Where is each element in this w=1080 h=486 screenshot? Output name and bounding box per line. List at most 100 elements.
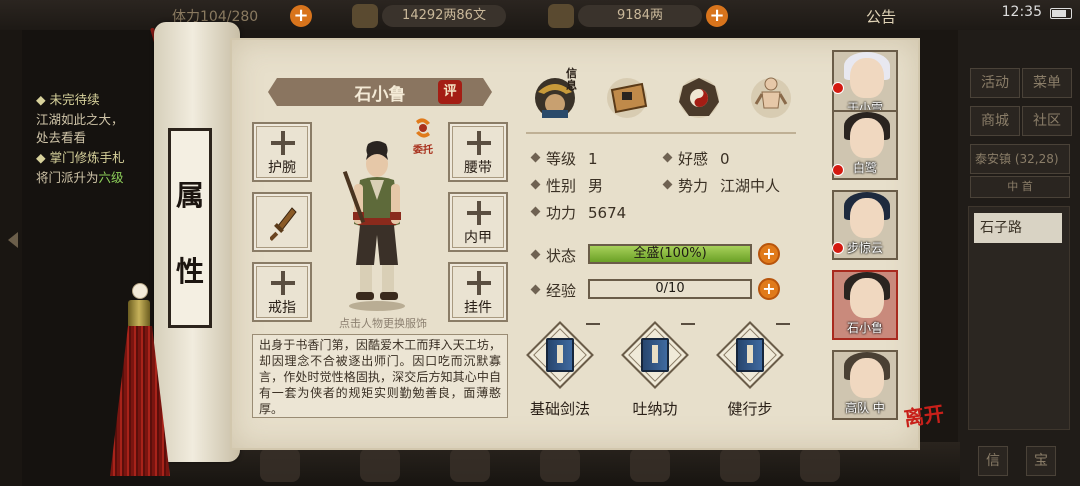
pendant-slot[interactable]: 挂件 [448, 262, 508, 322]
alert-dot-icon [832, 242, 844, 254]
bottom-nav-icon[interactable] [800, 448, 840, 482]
attr-value: 1 [588, 150, 598, 168]
attr-label: 势力 [678, 177, 709, 195]
state-bar: 全盛(100%) [588, 244, 752, 264]
menu-button[interactable]: 菜单 [1022, 68, 1072, 98]
character-name: 石小鲁 [354, 85, 406, 105]
plus-icon [271, 271, 295, 295]
attr-label: 性别 [546, 177, 577, 195]
quest-highlight: 六级 [98, 170, 124, 185]
portrait-face [850, 58, 884, 98]
skill-slot[interactable] [621, 321, 689, 389]
community-button[interactable]: 社区 [1022, 106, 1072, 136]
faction-attr: 势力 江湖中人 [678, 175, 780, 196]
bottom-nav-icon[interactable] [540, 448, 580, 482]
wrist-slot[interactable]: 护腕 [252, 122, 312, 182]
quest-desc: 江湖如此之大， [36, 112, 124, 127]
restore-state-button[interactable]: + [758, 243, 780, 265]
minimap-compass[interactable]: 中 首 [970, 176, 1070, 198]
alert-dot-icon [832, 164, 844, 176]
meridian-tab-icon[interactable] [744, 68, 798, 122]
bottom-nav-icon[interactable] [260, 448, 300, 482]
add-exp-button[interactable]: + [758, 278, 780, 300]
tassel-cap [128, 300, 150, 328]
skill-book-icon [546, 338, 574, 372]
silver-icon [352, 4, 378, 28]
portrait-name: 高队 中 [845, 401, 885, 415]
info-tab-label: 信息 [566, 67, 577, 92]
quest-desc-prefix: 将门派升为 [36, 170, 99, 185]
wooden-sword-icon [270, 207, 297, 241]
activity-button[interactable]: 活动 [970, 68, 1020, 98]
collapse-arrow-icon[interactable] [8, 232, 18, 248]
skill-slot[interactable] [716, 321, 784, 389]
silver-readout: 14292两86文 [382, 5, 506, 27]
armor-slot[interactable]: 内甲 [448, 192, 508, 252]
bagua-tab-icon[interactable] [672, 68, 726, 122]
party-portrait-selected[interactable]: 石小鲁 [832, 270, 898, 340]
scroll-title-char: 属 [175, 179, 204, 212]
exp-bar-text: 0/10 [655, 281, 685, 296]
shop-button[interactable]: 商城 [970, 106, 1020, 136]
commission-label: 委托 [413, 145, 433, 156]
party-portrait[interactable]: 高队 中 [832, 350, 898, 420]
portrait-face [850, 278, 884, 318]
state-bar-text: 全盛(100%) [633, 246, 707, 261]
ring-slot[interactable]: 戒指 [252, 262, 312, 322]
side-button-b[interactable]: 宝 [1026, 446, 1056, 476]
scroll-title-char: 性 [175, 255, 204, 288]
attr-value: 男 [588, 177, 604, 195]
bottom-nav-icon[interactable] [360, 448, 400, 482]
quest-desc: 将门派升为六级 [36, 168, 156, 188]
portrait-name: 石小鲁 [846, 321, 883, 335]
tassel-bead [132, 283, 148, 299]
plus-icon [467, 201, 491, 225]
attr-label: 等级 [546, 150, 577, 168]
belt-slot[interactable]: 腰带 [448, 122, 508, 182]
side-button-a[interactable]: 信 [978, 446, 1008, 476]
quest-title[interactable]: ◆ 掌门修炼手札 [36, 148, 156, 168]
skill-book-icon [736, 338, 764, 372]
skill-slot[interactable] [526, 321, 594, 389]
bottom-nav-icon[interactable] [450, 448, 490, 482]
state-label: 状态 [546, 247, 577, 265]
favor-attr: 好感 0 [678, 148, 730, 169]
power-attr: 功力 5674 [546, 202, 626, 223]
clock: 12:35 [1001, 4, 1042, 20]
scroll-title-frame [168, 128, 212, 328]
quest-title[interactable]: ◆ 未完待续 [36, 90, 156, 110]
bio-text: 出身于书香门第，因酷爱木工而拜入天工坊，却因理念不合被逐出师门。因口吃而沉默寡言… [259, 338, 501, 416]
slot-label: 戒指 [268, 300, 296, 316]
tab-divider [526, 132, 796, 134]
skill-name: 吐纳功 [632, 400, 678, 418]
alert-dot-icon [832, 82, 844, 94]
level-attr: 等级 1 [546, 148, 598, 169]
attr-value: 江湖中人 [720, 177, 781, 195]
character-figure[interactable] [330, 140, 424, 312]
skill-book-icon [641, 338, 669, 372]
bag-tab-icon[interactable] [600, 68, 654, 122]
portrait-face [850, 358, 884, 398]
gold-readout: 9184两 [578, 5, 702, 27]
rating-button[interactable]: 评 [438, 80, 462, 104]
notice-button[interactable]: 公告 [866, 6, 896, 27]
location-label[interactable]: 石子路 [974, 213, 1062, 243]
attr-value: 5674 [588, 204, 627, 222]
attr-value: 0 [720, 150, 730, 168]
weapon-slot[interactable] [252, 192, 312, 252]
add-stamina-button[interactable]: + [290, 5, 312, 27]
leave-button[interactable]: 离开 [903, 401, 946, 430]
skill-name: 基础剑法 [529, 400, 590, 418]
bottom-nav-icon[interactable] [630, 448, 670, 482]
skill-dash [681, 323, 695, 325]
town-name: 泰安镇 [975, 152, 1012, 166]
bottom-nav-icon[interactable] [720, 448, 760, 482]
battery-icon [1050, 8, 1072, 19]
quest-desc: 处去看看 [36, 130, 87, 145]
add-gold-button[interactable]: + [706, 5, 728, 27]
bio-box: 出身于书香门第，因酷爱木工而拜入天工坊，却因理念不合被逐出师门。因口吃而沉默寡言… [252, 334, 508, 418]
plus-icon [271, 131, 295, 155]
plus-icon [467, 131, 491, 155]
slot-label: 内甲 [464, 230, 492, 246]
attr-label: 功力 [546, 204, 577, 222]
